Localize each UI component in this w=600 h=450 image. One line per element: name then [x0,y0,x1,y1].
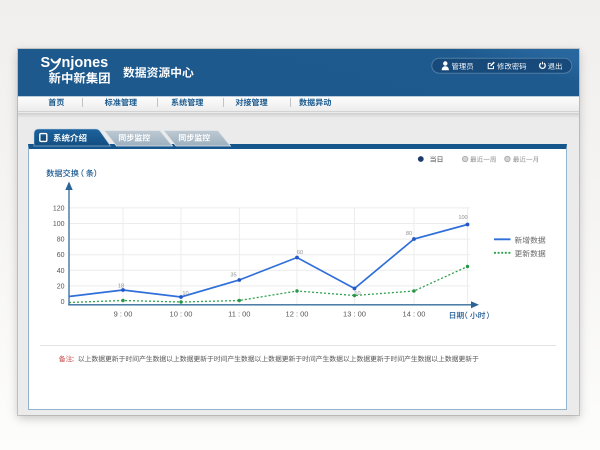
svg-text:80: 80 [406,231,412,237]
svg-text:80: 80 [57,237,65,244]
svg-text:35: 35 [230,272,236,278]
svg-text:20: 20 [57,283,65,290]
svg-text:10 : 00: 10 : 00 [170,310,193,319]
svg-text:11 : 00: 11 : 00 [228,310,250,319]
svg-text:12 : 00: 12 : 00 [286,310,309,319]
svg-text:14 : 00: 14 : 00 [403,310,426,319]
svg-text:40: 40 [57,268,65,275]
svg-text:10: 10 [354,291,360,297]
svg-text:100: 100 [458,215,467,221]
svg-text:60: 60 [297,250,303,256]
svg-text:120: 120 [53,205,65,212]
svg-text:13 : 00: 13 : 00 [343,310,366,319]
svg-text:S: S [41,55,51,71]
svg-text:10: 10 [182,291,188,297]
svg-text:60: 60 [57,252,65,259]
svg-text:100: 100 [53,221,65,228]
svg-text:18: 18 [118,284,124,290]
svg-text:0: 0 [61,299,65,306]
svg-text:njones: njones [62,55,109,71]
svg-text:9 : 00: 9 : 00 [114,310,133,319]
